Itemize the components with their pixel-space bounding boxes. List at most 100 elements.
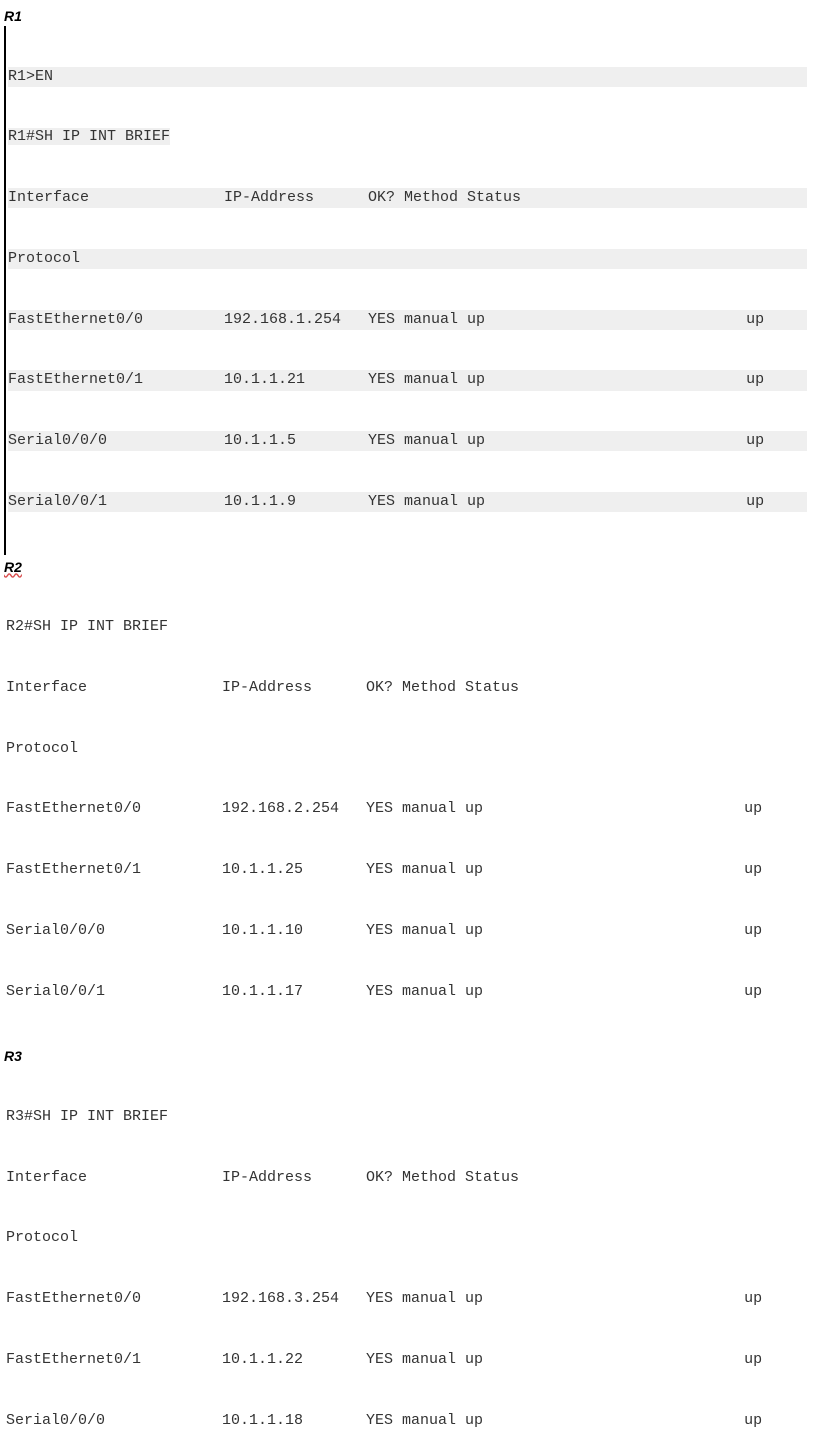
cell-method: manual (404, 310, 467, 330)
cell-interface: Serial0/0/0 (6, 921, 222, 941)
router-title: R2 (4, 559, 22, 575)
cell-ok: YES (368, 431, 404, 451)
cell-method: manual (402, 799, 465, 819)
hdr-ip: IP-Address (222, 1168, 366, 1188)
router-title: R1 (4, 8, 22, 24)
terminal-output: R3#SH IP INT BRIEF InterfaceIP-AddressOK… (4, 1066, 809, 1452)
cell-method: manual (402, 1411, 465, 1431)
hdr-method: Method (402, 1168, 465, 1188)
cell-status: up (465, 1350, 726, 1370)
cell-ok: YES (366, 921, 402, 941)
hdr-method: Method (402, 678, 465, 698)
cell-ip: 10.1.1.22 (222, 1350, 366, 1370)
cell-status: up (467, 310, 728, 330)
hdr-ok: OK? (368, 188, 404, 208)
cell-ip: 10.1.1.25 (222, 860, 366, 880)
cell-status: up (465, 799, 726, 819)
hdr-interface: Interface (8, 188, 224, 208)
hdr-status: Status (465, 1168, 645, 1188)
cell-method: manual (404, 492, 467, 512)
table-row: Serial0/0/010.1.1.18YESmanualupup (6, 1411, 807, 1431)
cli-command: R3#SH IP INT BRIEF (6, 1107, 807, 1127)
table-row: FastEthernet0/0192.168.3.254YESmanualupu… (6, 1289, 807, 1309)
hdr-protocol: Protocol (6, 740, 78, 757)
cell-ok: YES (366, 1289, 402, 1309)
cell-ok: YES (368, 370, 404, 390)
cell-ok: YES (366, 799, 402, 819)
cell-interface: FastEthernet0/1 (6, 1350, 222, 1370)
router-title: R3 (4, 1048, 22, 1064)
cli-command-text: R1#SH IP INT BRIEF (8, 128, 170, 145)
table-header-line-2: Protocol (6, 739, 807, 759)
cell-protocol: up (728, 310, 764, 330)
cell-interface: FastEthernet0/1 (6, 860, 222, 880)
cell-protocol: up (728, 370, 764, 390)
table-row: FastEthernet0/0192.168.1.254YESmanualupu… (8, 310, 807, 330)
hdr-ok: OK? (366, 1168, 402, 1188)
cell-ip: 10.1.1.9 (224, 492, 368, 512)
table-row: Serial0/0/010.1.1.5YESmanualupup (8, 431, 807, 451)
cell-protocol: up (726, 1289, 762, 1309)
cell-protocol: up (728, 431, 764, 451)
table-header-line-1: InterfaceIP-AddressOK?MethodStatus (6, 1168, 807, 1188)
hdr-method: Method (404, 188, 467, 208)
cell-ok: YES (366, 1350, 402, 1370)
cell-method: manual (402, 921, 465, 941)
cell-ip: 10.1.1.5 (224, 431, 368, 451)
cell-ip: 10.1.1.10 (222, 921, 366, 941)
cell-protocol: up (726, 860, 762, 880)
cell-ok: YES (368, 310, 404, 330)
hdr-interface: Interface (6, 678, 222, 698)
cell-interface: FastEthernet0/0 (8, 310, 224, 330)
cell-interface: Serial0/0/1 (8, 492, 224, 512)
hdr-interface: Interface (6, 1168, 222, 1188)
cell-protocol: up (726, 799, 762, 819)
cli-command: R1>EN (8, 67, 807, 87)
cell-protocol: up (726, 1350, 762, 1370)
table-header-line-2: Protocol (8, 249, 807, 269)
cell-ok: YES (368, 492, 404, 512)
hdr-ip: IP-Address (224, 188, 368, 208)
cell-ip: 192.168.1.254 (224, 310, 368, 330)
cell-status: up (465, 860, 726, 880)
cell-ip: 10.1.1.18 (222, 1411, 366, 1431)
hdr-status: Status (467, 188, 647, 208)
cell-interface: Serial0/0/0 (8, 431, 224, 451)
cell-protocol: up (728, 492, 764, 512)
cell-interface: FastEthernet0/0 (6, 799, 222, 819)
router-section-r2: R2 R2#SH IP INT BRIEF InterfaceIP-Addres… (4, 555, 809, 1045)
cell-method: manual (404, 370, 467, 390)
cell-interface: Serial0/0/0 (6, 1411, 222, 1431)
cell-status: up (465, 982, 726, 1002)
hdr-protocol: Protocol (8, 250, 80, 267)
cell-method: manual (402, 982, 465, 1002)
cell-status: up (465, 1289, 726, 1309)
cell-protocol: up (726, 921, 762, 941)
cell-interface: Serial0/0/1 (6, 982, 222, 1002)
hdr-ok: OK? (366, 678, 402, 698)
cell-method: manual (402, 1289, 465, 1309)
hdr-protocol: Protocol (6, 1229, 78, 1246)
terminal-output: R1>EN R1#SH IP INT BRIEF InterfaceIP-Add… (4, 26, 809, 555)
cell-ip: 10.1.1.17 (222, 982, 366, 1002)
cli-command: R2#SH IP INT BRIEF (6, 617, 807, 637)
cell-status: up (467, 492, 728, 512)
cell-status: up (467, 370, 728, 390)
cell-interface: FastEthernet0/1 (8, 370, 224, 390)
cell-status: up (465, 921, 726, 941)
table-row: FastEthernet0/110.1.1.25YESmanualupup (6, 860, 807, 880)
table-row: Serial0/0/110.1.1.17YESmanualupup (6, 982, 807, 1002)
cell-ip: 192.168.2.254 (222, 799, 366, 819)
router-section-r3: R3 R3#SH IP INT BRIEF InterfaceIP-Addres… (4, 1044, 809, 1452)
table-row: Serial0/0/010.1.1.10YESmanualupup (6, 921, 807, 941)
cell-method: manual (402, 860, 465, 880)
terminal-output: R2#SH IP INT BRIEF InterfaceIP-AddressOK… (4, 577, 809, 1045)
cell-method: manual (402, 1350, 465, 1370)
cli-command: R1#SH IP INT BRIEF (8, 127, 807, 147)
table-row: FastEthernet0/0192.168.2.254YESmanualupu… (6, 799, 807, 819)
cell-ok: YES (366, 860, 402, 880)
cell-protocol: up (726, 1411, 762, 1431)
cell-ip: 10.1.1.21 (224, 370, 368, 390)
cell-ip: 192.168.3.254 (222, 1289, 366, 1309)
table-header-line-2: Protocol (6, 1228, 807, 1248)
